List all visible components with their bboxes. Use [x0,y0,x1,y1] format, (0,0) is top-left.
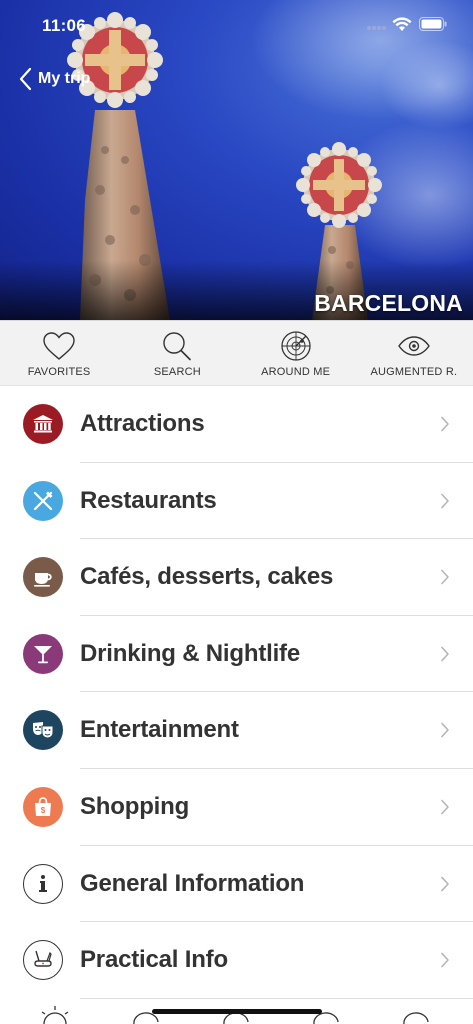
cocktail-icon [34,645,52,664]
search-icon [163,332,192,361]
category-icon-badge [23,633,63,674]
info-icon [39,874,47,892]
list-item-label: General Information [80,869,305,897]
swiss-knife-icon [34,950,52,967]
around-me-label: AROUND ME [261,366,331,378]
list-item-shopping[interactable]: $ Shopping [0,769,473,846]
heart-icon [43,332,75,360]
list-item-label: Drinking & Nightlife [80,639,300,667]
list-item-label: Cafés, desserts, cakes [80,563,334,591]
back-label: My trip [38,70,91,87]
chevron-left-icon [19,67,32,91]
status-time: 11:06 [42,16,87,35]
list-item-drinking-nightlife[interactable]: Drinking & Nightlife [0,616,473,693]
chevron-right-icon [441,646,449,662]
home-indicator [152,1009,322,1014]
list-item-entertainment[interactable]: Entertainment [0,692,473,769]
chevron-right-icon [441,416,449,432]
list-item-cafes[interactable]: Cafés, desserts, cakes [0,539,473,616]
list-item-restaurants[interactable]: Restaurants [0,463,473,540]
radar-icon [280,331,311,361]
category-list: Attractions Restaurants Cafés, desserts,… [0,386,473,999]
search-button[interactable]: SEARCH [118,321,236,385]
quick-actions-toolbar: FAVORITES SEARCH AROUND ME AUGMENTED R. [0,320,473,386]
coffee-cup-icon [34,573,52,587]
category-icon-badge [23,404,63,444]
favorites-label: FAVORITES [27,366,91,378]
category-icon-badge [23,480,63,521]
shopping-bag-icon: $ [35,797,51,816]
chevron-right-icon [441,569,449,585]
status-bar: 11:06 [0,0,473,50]
list-item-label: Entertainment [80,716,239,744]
theater-masks-icon [33,722,54,739]
list-item-attractions[interactable]: Attractions [0,386,473,463]
category-icon-badge [23,557,63,598]
museum-icon [33,415,53,433]
city-title: BARCELONA [314,290,463,316]
cloud-icon [133,1012,429,1024]
category-icon-badge: $ [23,786,63,827]
eye-icon [398,336,430,356]
svg-text:$: $ [41,806,46,815]
battery-icon [419,17,447,31]
chevron-right-icon [441,723,449,738]
augmented-reality-button[interactable]: AUGMENTED R. [355,321,473,385]
category-icon-badge [23,940,63,981]
list-item-general-information[interactable]: General Information [0,846,473,923]
chevron-right-icon [441,493,449,508]
wifi-icon [392,17,412,31]
cellular-signal-icon [367,26,386,30]
search-label: SEARCH [153,366,201,378]
favorites-button[interactable]: FAVORITES [0,321,118,385]
category-icon-badge [23,710,63,751]
hero-image: 11:06 My trip BARCELONA [0,0,473,320]
fork-knife-icon [33,491,53,510]
chevron-right-icon [441,799,449,815]
augmented-reality-label: AUGMENTED R. [370,366,458,378]
list-item-practical-info[interactable]: Practical Info [0,922,473,999]
list-item-label: Attractions [80,410,205,437]
list-item-label: Practical Info [80,946,228,974]
list-item-label: Shopping [80,792,190,820]
sun-icon [41,1006,69,1024]
back-button[interactable]: My trip [18,66,90,92]
chevron-right-icon [441,876,449,891]
chevron-right-icon [441,952,449,968]
category-icon-badge [23,863,63,904]
around-me-button[interactable]: AROUND ME [237,321,355,385]
list-item-label: Restaurants [80,486,217,514]
